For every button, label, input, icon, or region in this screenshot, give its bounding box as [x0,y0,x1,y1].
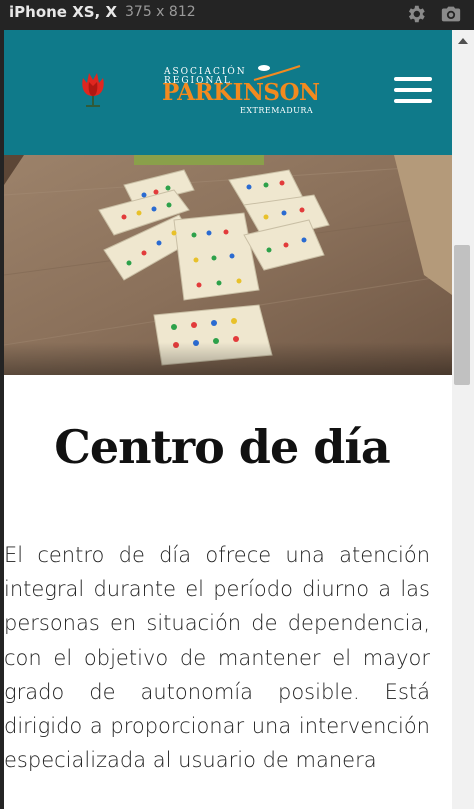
hero-image-dominoes [4,155,452,375]
device-selector[interactable]: iPhone XS, X [9,3,117,21]
logo-line-3: PARKINSON [162,79,320,106]
scrollbar-thumb[interactable] [454,245,470,385]
site-header: ASOCIACIÓN REGIONAL PARKINSON EXTREMADUR… [4,30,452,155]
gear-icon[interactable] [405,3,427,25]
logo-line-4: EXTREMADURA [240,106,314,115]
page-scrollbar[interactable] [452,30,474,809]
hamburger-menu-icon[interactable] [394,77,434,105]
camera-icon[interactable] [440,3,462,25]
intro-paragraph: El centro de día ofrece una atención int… [4,543,430,773]
scroll-up-arrow-icon[interactable] [458,38,468,44]
page-viewport: ASOCIACIÓN REGIONAL PARKINSON EXTREMADUR… [4,30,452,809]
viewport-dimensions: 375 x 812 [125,4,196,20]
tulip-icon[interactable] [78,70,108,108]
devtools-bar: iPhone XS, X 375 x 812 [0,0,474,30]
page-title: Centro de día [54,420,390,474]
site-logo[interactable]: ASOCIACIÓN REGIONAL PARKINSON EXTREMADUR… [160,62,320,118]
